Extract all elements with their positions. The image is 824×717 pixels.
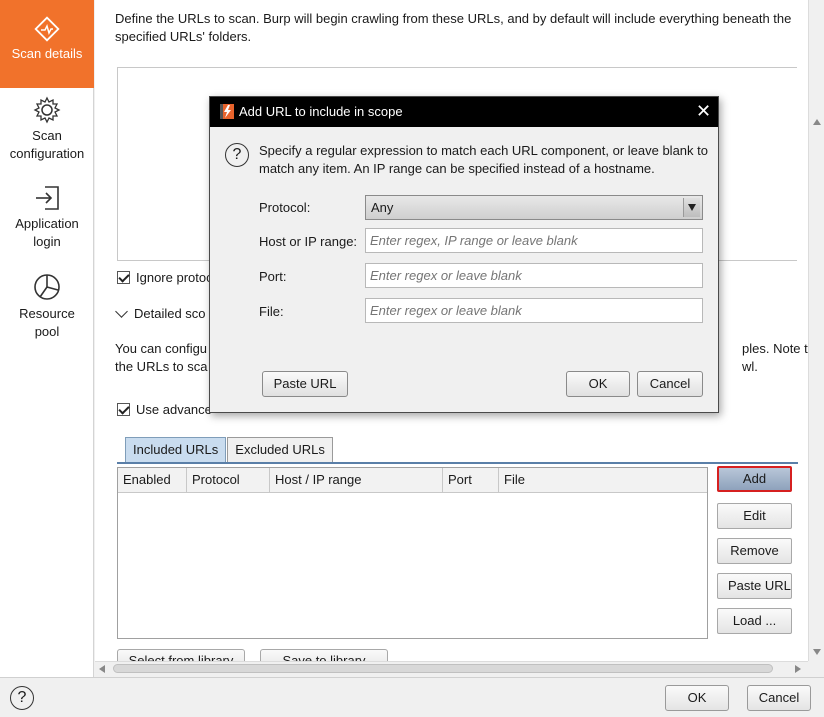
dialog-cancel-button[interactable]: Cancel (637, 371, 703, 397)
host-input[interactable] (365, 228, 703, 253)
sidebar-item-resource-pool[interactable]: Resource pool (0, 272, 94, 344)
detailed-scope-label: Detailed sco (134, 306, 206, 321)
tab-included-urls[interactable]: Included URLs (125, 437, 227, 463)
scope-tabs: Included URLs Excluded URLs (125, 437, 334, 463)
vertical-scrollbar[interactable] (808, 0, 824, 661)
add-url-dialog: Add URL to include in scope ✕ ? Specify … (209, 96, 719, 413)
scroll-right-icon[interactable] (795, 665, 801, 673)
ignore-protocol-checkbox-row[interactable]: Ignore protoco (117, 270, 220, 285)
file-input[interactable] (365, 298, 703, 323)
protocol-select-value: Any (371, 200, 394, 215)
port-input[interactable] (365, 263, 703, 288)
column-header-file[interactable]: File (499, 468, 707, 492)
table-header: Enabled Protocol Host / IP range Port Fi… (118, 468, 707, 493)
sidebar-item-label-line2: pool (34, 324, 60, 339)
footer-cancel-button[interactable]: Cancel (747, 685, 811, 711)
sidebar-item-label: Resource (19, 306, 75, 321)
column-header-enabled[interactable]: Enabled (118, 468, 187, 492)
tab-underline (117, 462, 798, 464)
remove-button[interactable]: Remove (717, 538, 792, 564)
load-button[interactable]: Load ... (717, 608, 792, 634)
close-icon[interactable]: ✕ (696, 101, 711, 121)
scroll-down-icon[interactable] (813, 649, 821, 655)
use-advanced-checkbox-row[interactable]: Use advance (117, 402, 212, 417)
para2-right-line2: wl. (742, 359, 758, 374)
chevron-down-icon[interactable] (683, 198, 700, 217)
sidebar-item-scan-configuration[interactable]: Scan configuration (0, 96, 94, 168)
column-header-host[interactable]: Host / IP range (270, 468, 443, 492)
dialog-title: Add URL to include in scope (239, 104, 403, 119)
footer-bar: ? OK Cancel (0, 677, 824, 717)
use-advanced-label: Use advance (136, 402, 212, 417)
sidebar-item-label: Scan (32, 128, 62, 143)
sidebar: Scan details Scan configuration Applicat… (0, 0, 94, 677)
sidebar-item-label-line2: configuration (9, 146, 85, 161)
scroll-left-icon[interactable] (99, 665, 105, 673)
save-to-library-button[interactable]: Save to library (260, 649, 388, 661)
burp-logo-icon (220, 104, 234, 119)
tab-excluded-urls[interactable]: Excluded URLs (227, 437, 333, 463)
host-label: Host or IP range: (259, 234, 358, 249)
login-icon (0, 184, 94, 212)
port-label: Port: (259, 269, 287, 284)
dialog-help-icon[interactable]: ? (225, 143, 249, 167)
dialog-message: Specify a regular expression to match ea… (259, 143, 708, 176)
ignore-protocol-label: Ignore protoco (136, 270, 220, 285)
footer-ok-button[interactable]: OK (665, 685, 729, 711)
para2-left-line2: the URLs to sca (115, 359, 208, 374)
sidebar-item-application-login[interactable]: Application login (0, 184, 94, 256)
sidebar-item-scan-details[interactable]: Scan details (0, 0, 94, 88)
use-advanced-checkbox[interactable] (117, 403, 130, 416)
sidebar-item-label-line2: login (33, 234, 61, 249)
pie-chart-icon (0, 272, 94, 302)
file-label: File: (259, 304, 284, 319)
help-icon[interactable]: ? (10, 686, 34, 710)
dialog-titlebar[interactable]: Add URL to include in scope ✕ (210, 97, 718, 127)
column-header-protocol[interactable]: Protocol (187, 468, 270, 492)
detailed-scope-toggle[interactable]: Detailed sco (115, 304, 206, 321)
para2-right-line1: ples. Note th (742, 341, 808, 356)
edit-button[interactable]: Edit (717, 503, 792, 529)
scroll-up-icon[interactable] (813, 119, 821, 125)
add-button[interactable]: Add (717, 466, 792, 492)
ignore-protocol-checkbox[interactable] (117, 271, 130, 284)
dialog-paste-url-button[interactable]: Paste URL (262, 371, 348, 397)
protocol-select[interactable]: Any (365, 195, 703, 220)
select-from-library-button[interactable]: Select from library (117, 649, 245, 661)
horizontal-scrollbar[interactable] (95, 661, 808, 675)
column-header-port[interactable]: Port (443, 468, 499, 492)
included-urls-table[interactable]: Enabled Protocol Host / IP range Port Fi… (117, 467, 708, 639)
gear-icon (0, 96, 94, 124)
horizontal-scroll-thumb[interactable] (113, 664, 773, 673)
sidebar-item-label: Application (15, 216, 79, 231)
protocol-label: Protocol: (259, 200, 311, 215)
paste-url-button[interactable]: Paste URL (717, 573, 792, 599)
scan-description: Define the URLs to scan. Burp will begin… (115, 11, 792, 44)
para2-left-line1: You can configu (115, 341, 208, 356)
dialog-ok-button[interactable]: OK (566, 371, 630, 397)
chevron-down-icon (115, 304, 128, 318)
scan-details-icon (0, 16, 94, 42)
sidebar-item-label: Scan details (11, 46, 83, 61)
